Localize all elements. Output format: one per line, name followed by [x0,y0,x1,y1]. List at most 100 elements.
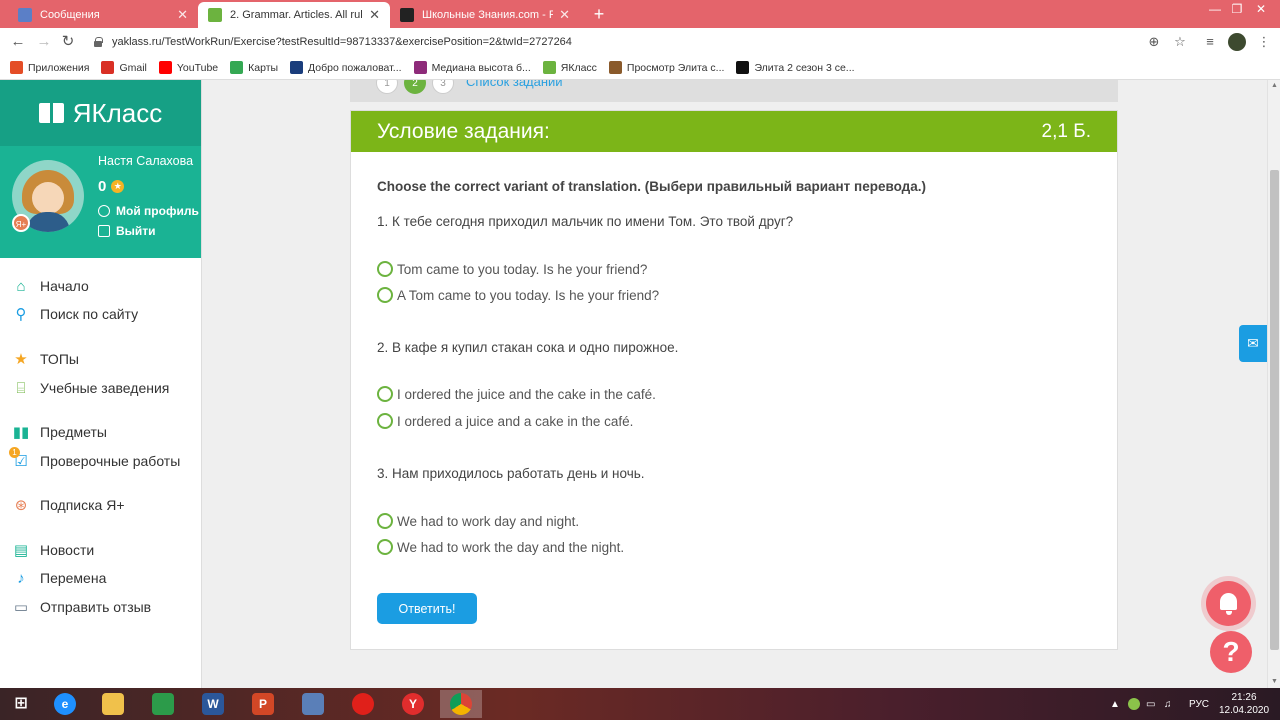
network-icon[interactable]: ▭ [1146,688,1155,720]
browser-tab-znanija[interactable]: Школьные Знания.com - Решае ✕ [390,2,580,28]
taskbar-ie[interactable]: e [44,690,86,718]
step-1[interactable]: 1 [376,80,398,94]
bookmark-elita-season[interactable]: Элита 2 сезон 3 се... [736,61,855,74]
sidebar-item-search[interactable]: ⚲ Поиск по сайту [12,303,139,325]
question-1-option-2[interactable]: A Tom came to you today. Is he your frie… [377,287,659,303]
back-arrow-icon[interactable]: ← [8,32,28,52]
bell-icon: ♪ [17,569,25,587]
scroll-down-icon[interactable]: ▼ [1268,676,1280,688]
card-header: Условие задания: 2,1 Б. [351,111,1117,152]
tray-app-icon[interactable] [1128,688,1140,720]
bookmark-apps[interactable]: Приложения [10,61,89,74]
taskbar-store[interactable] [142,690,184,718]
close-icon[interactable]: ✕ [559,7,570,23]
card-title: Условие задания: [377,119,550,143]
sidebar-item-feedback[interactable]: ▭ Отправить отзыв [12,596,151,618]
yaklass-favicon-icon [208,8,222,22]
bookmark-maps[interactable]: Карты [230,61,278,74]
radio-button[interactable] [377,386,393,402]
sidebar-item-break[interactable]: ♪ Перемена [12,567,106,589]
new-tab-button[interactable]: + [590,3,608,25]
radio-button[interactable] [377,287,393,303]
browser-profile-avatar[interactable] [1228,33,1246,51]
school-icon: ⌸ [16,379,26,397]
radio-button[interactable] [377,413,393,429]
points-counter: 0 ★ [98,178,125,195]
browser-tab-messages[interactable]: Сообщения ✕ [8,2,198,28]
question-2-option-2[interactable]: I ordered a juice and a cake in the café… [377,413,633,429]
install-icon[interactable]: ⊕ [1146,34,1162,50]
logout-link[interactable]: Выйти [98,224,156,238]
taskbar-powerpoint[interactable]: P [242,690,284,718]
forward-arrow-icon[interactable]: → [34,32,54,52]
task-list-link[interactable]: Список заданий [466,80,563,89]
browser-tab-grammar[interactable]: 2. Grammar. Articles. All rules ✕ [198,2,390,28]
question-1-text: 1. К тебе сегодня приходил мальчик по им… [377,214,794,229]
question-3-option-2[interactable]: We had to work the day and the night. [377,539,624,555]
question-2-option-1[interactable]: I ordered the juice and the cake in the … [377,386,656,402]
scroll-up-icon[interactable]: ▲ [1268,80,1280,92]
mail-icon[interactable]: ✉ [1239,325,1267,362]
scrollbar-thumb[interactable] [1270,170,1279,650]
radio-button[interactable] [377,539,393,555]
tab-title: Школьные Знания.com - Решае [422,9,554,21]
instruction-text: Choose the correct variant of translatio… [377,179,926,194]
sidebar-item-tops[interactable]: ★ ТОПы [12,348,79,370]
window-close-icon[interactable]: ✕ [1246,0,1276,22]
taskbar-chrome[interactable] [440,690,482,718]
bookmark-gmail[interactable]: Gmail [101,61,147,74]
extensions-icon[interactable]: ≡ [1202,34,1218,50]
bookmark-median[interactable]: Медиана высота б... [413,61,531,74]
sidebar-item-schools[interactable]: ⌸ Учебные заведения [12,377,169,399]
site-icon [608,61,622,74]
windows-logo-icon: ⊞ [14,695,28,712]
star-coin-icon: ★ [111,180,125,193]
my-profile-link[interactable]: Мой профиль [98,204,199,218]
start-button[interactable]: ⊞ [0,690,42,718]
main-content: 1 2 3 Список заданий Условие задания: 2,… [202,80,1267,688]
step-2[interactable]: 2 [404,80,426,94]
tab-title: 2. Grammar. Articles. All rules [230,9,364,21]
bookmark-yaklass[interactable]: ЯКласс [542,61,597,74]
bookmark-star-icon[interactable]: ☆ [1172,34,1188,50]
word-icon: W [202,693,224,715]
bookmark-welcome[interactable]: Добро пожаловат... [290,61,402,74]
taskbar-opera[interactable] [342,690,384,718]
folder-icon [102,693,124,715]
bell-icon [1220,593,1237,615]
language-indicator[interactable]: РУС [1189,688,1209,720]
taskbar-explorer[interactable] [92,690,134,718]
taskbar-app[interactable] [292,690,334,718]
step-3[interactable]: 3 [432,80,454,94]
page-scrollbar[interactable]: ▲ ▼ [1267,80,1280,688]
volume-icon[interactable]: ♫ [1164,688,1172,720]
taskbar-yandex[interactable]: Y [392,690,434,718]
submit-answer-button[interactable]: Ответить! [377,593,477,624]
news-icon: ▤ [13,542,29,559]
sidebar-item-subjects[interactable]: ▮▮ Предметы [12,421,107,443]
bookmark-youtube[interactable]: YouTube [158,61,218,74]
sidebar-item-subscription[interactable]: ⊛ Подписка Я+ [12,494,125,516]
book-logo-icon [38,103,65,123]
system-clock[interactable]: 21:26 12.04.2020 [1214,691,1274,717]
taskbar-word[interactable]: W [192,690,234,718]
address-bar[interactable]: yaklass.ru/TestWorkRun/Exercise?testResu… [94,32,1194,52]
menu-dots-icon[interactable]: ⋮ [1256,34,1272,50]
brand-logo[interactable]: ЯКласс [0,80,201,146]
help-button[interactable]: ? [1210,631,1252,673]
close-icon[interactable]: ✕ [369,7,380,23]
sidebar-item-news[interactable]: ▤ Новости [12,539,94,561]
tray-arrow-icon[interactable]: ▲ [1110,688,1120,720]
close-icon[interactable]: ✕ [177,7,188,23]
reload-icon[interactable]: ↻ [58,32,78,52]
radio-button[interactable] [377,513,393,529]
notifications-button[interactable] [1206,581,1251,626]
question-1-option-1[interactable]: Tom came to you today. Is he your friend… [377,261,647,277]
sidebar-item-home[interactable]: ⌂ Начало [12,275,88,297]
messages-favicon-icon [18,8,32,22]
app-icon [302,693,324,715]
radio-button[interactable] [377,261,393,277]
bookmark-elita-view[interactable]: Просмотр Элита с... [608,61,724,74]
question-3-option-1[interactable]: We had to work day and night. [377,513,579,529]
sidebar-item-tests[interactable]: ☑ 1 Проверочные работы [9,447,180,472]
